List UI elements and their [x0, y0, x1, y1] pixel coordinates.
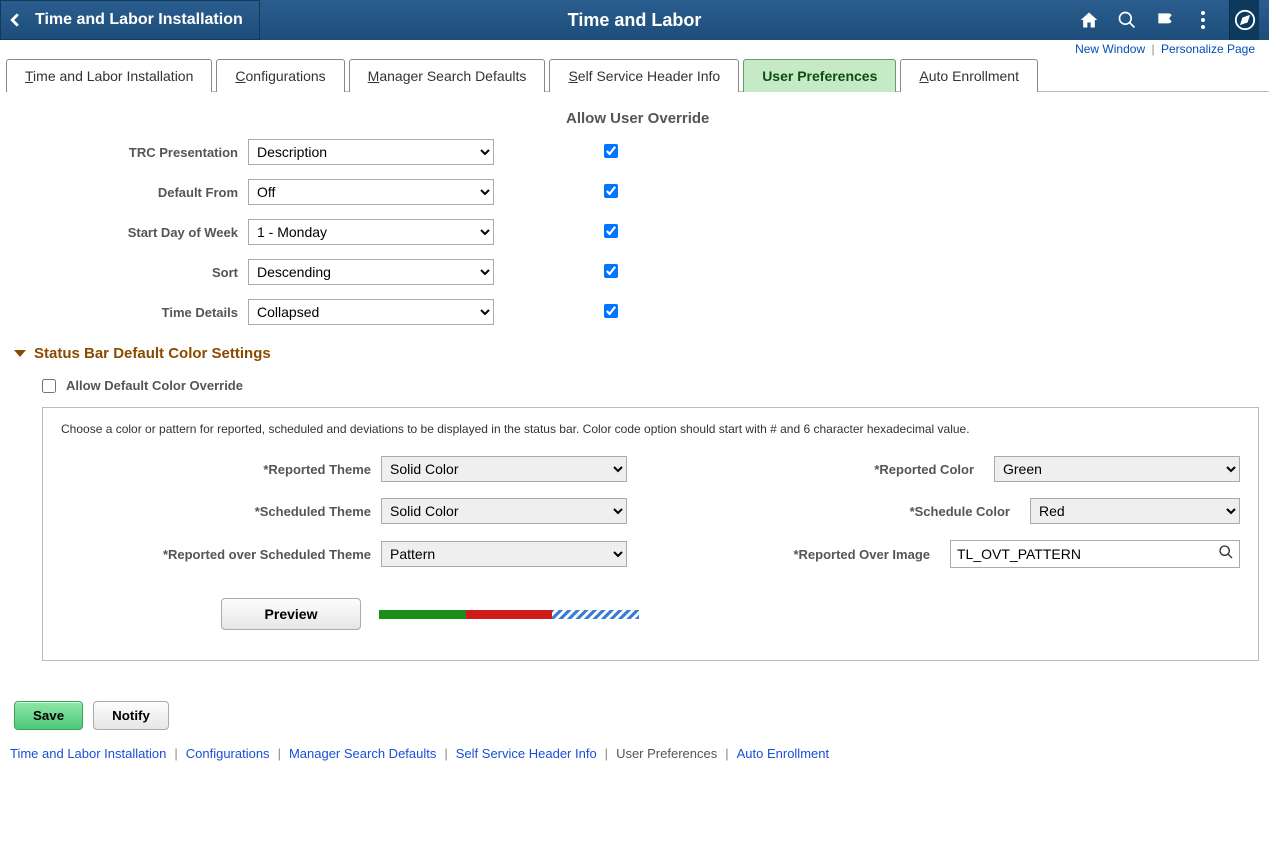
default_from-select[interactable]: Off	[248, 179, 494, 205]
utility-links: New Window | Personalize Page	[6, 40, 1269, 58]
reported-theme-select[interactable]: Solid Color	[381, 456, 627, 482]
reported-over-image-label: *Reported Over Image	[793, 547, 940, 562]
content-scroll[interactable]: New Window | Personalize Page Time and L…	[0, 40, 1269, 867]
home-icon[interactable]	[1077, 8, 1101, 32]
preview-bar	[379, 610, 639, 619]
back-icon[interactable]	[5, 10, 25, 30]
sort-override-checkbox[interactable]	[604, 264, 618, 278]
trc-override-checkbox[interactable]	[604, 144, 618, 158]
reported-color-select[interactable]: Green	[994, 456, 1240, 482]
reported-theme-label: *Reported Theme	[61, 462, 381, 477]
row-trc: TRC PresentationDescription	[6, 139, 1269, 165]
start_day-label: Start Day of Week	[6, 225, 248, 240]
tab-strip: Time and Labor InstallationConfiguration…	[6, 58, 1269, 92]
reported-over-theme-select[interactable]: Pattern	[381, 541, 627, 567]
schedule-color-select[interactable]: Red	[1030, 498, 1240, 524]
time_details-override-checkbox[interactable]	[604, 304, 618, 318]
status-bar-group-toggle[interactable]: Status Bar Default Color Settings	[6, 345, 1269, 362]
color-settings-box: Choose a color or pattern for reported, …	[42, 407, 1259, 661]
footer-link-0[interactable]: Time and Labor Installation	[10, 746, 166, 761]
sort-select[interactable]: Descending	[248, 259, 494, 285]
search-icon[interactable]	[1115, 8, 1139, 32]
banner-breadcrumb[interactable]: Time and Labor Installation	[0, 0, 260, 40]
lookup-icon[interactable]	[1218, 544, 1234, 564]
scheduled-theme-select[interactable]: Solid Color	[381, 498, 627, 524]
notify-button[interactable]: Notify	[93, 701, 169, 730]
flag-icon[interactable]	[1153, 8, 1177, 32]
chevron-down-icon	[14, 350, 26, 357]
start_day-select[interactable]: 1 - Monday	[248, 219, 494, 245]
time_details-select[interactable]: Collapsed	[248, 299, 494, 325]
row-time_details: Time DetailsCollapsed	[6, 299, 1269, 325]
tab-msd[interactable]: Manager Search Defaults	[349, 59, 546, 92]
reported-over-theme-label: *Reported over Scheduled Theme	[61, 547, 381, 562]
footer-link-2[interactable]: Manager Search Defaults	[289, 746, 436, 761]
allow-default-color-override-checkbox[interactable]	[42, 379, 56, 393]
reported-over-image-input[interactable]	[950, 540, 1240, 568]
allow-default-color-override-label: Allow Default Color Override	[66, 378, 243, 393]
default_from-label: Default From	[6, 185, 248, 200]
footer-link-3[interactable]: Self Service Header Info	[456, 746, 597, 761]
menu-icon[interactable]	[1191, 8, 1215, 32]
time_details-label: Time Details	[6, 305, 248, 320]
row-default_from: Default FromOff	[6, 179, 1269, 205]
reported-color-label: *Reported Color	[874, 462, 984, 477]
status-bar-group-title: Status Bar Default Color Settings	[34, 345, 271, 362]
trc-label: TRC Presentation	[6, 145, 248, 160]
preview-seg-red	[466, 610, 553, 619]
row-sort: SortDescending	[6, 259, 1269, 285]
tab-userpref[interactable]: User Preferences	[743, 59, 896, 92]
schedule-color-label: *Schedule Color	[910, 504, 1020, 519]
default_from-override-checkbox[interactable]	[604, 184, 618, 198]
preview-seg-pattern	[552, 610, 639, 619]
color-help-text: Choose a color or pattern for reported, …	[61, 422, 1240, 436]
save-button[interactable]: Save	[14, 701, 83, 730]
new-window-link[interactable]: New Window	[1075, 42, 1145, 56]
tab-tl-install[interactable]: Time and Labor Installation	[6, 59, 212, 92]
top-banner: Time and Labor Installation Time and Lab…	[0, 0, 1269, 40]
footer-current: User Preferences	[616, 746, 717, 761]
footer-link-1[interactable]: Configurations	[186, 746, 270, 761]
footer-link-5[interactable]: Auto Enrollment	[737, 746, 830, 761]
navbar-icon[interactable]	[1229, 0, 1259, 40]
start_day-override-checkbox[interactable]	[604, 224, 618, 238]
personalize-page-link[interactable]: Personalize Page	[1161, 42, 1255, 56]
tab-sshi[interactable]: Self Service Header Info	[549, 59, 739, 92]
tab-autoenroll[interactable]: Auto Enrollment	[900, 59, 1038, 92]
breadcrumb-title: Time and Labor Installation	[29, 11, 249, 29]
footer-links: Time and Labor Installation|Configuratio…	[6, 740, 1269, 791]
sort-label: Sort	[6, 265, 248, 280]
trc-select[interactable]: Description	[248, 139, 494, 165]
scheduled-theme-label: *Scheduled Theme	[61, 504, 381, 519]
row-start_day: Start Day of Week1 - Monday	[6, 219, 1269, 245]
preview-seg-green	[379, 610, 466, 619]
override-column-header: Allow User Override	[566, 110, 1269, 127]
page-title: Time and Labor	[568, 10, 702, 31]
preview-button[interactable]: Preview	[221, 598, 361, 630]
tab-configs[interactable]: Configurations	[216, 59, 344, 92]
